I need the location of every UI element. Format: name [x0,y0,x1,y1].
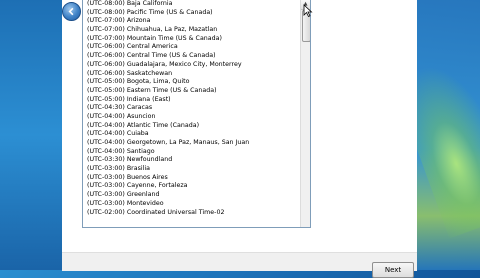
dialog-button-bar: Next [62,252,417,278]
timezone-list-item[interactable]: (UTC-06:00) Central Time (US & Canada) [83,52,300,61]
back-arrow-icon[interactable] [62,2,81,21]
next-button[interactable]: Next [372,262,414,278]
timezone-list-item[interactable]: (UTC-04:00) Asuncion [83,113,300,122]
timezone-list-item[interactable]: (UTC-06:00) Central America [83,43,300,52]
timezone-list-item[interactable]: (UTC-08:00) Baja California [83,0,300,9]
timezone-list-item[interactable]: (UTC-04:00) Atlantic Time (Canada) [83,122,300,131]
mouse-cursor-icon [303,4,313,18]
back-arrow-glyph [68,7,74,16]
timezone-list-item[interactable]: (UTC-03:00) Cayenne, Fortaleza [83,182,300,191]
timezone-list-item[interactable]: (UTC-04:00) Georgetown, La Paz, Manaus, … [83,139,300,148]
timezone-list-item[interactable]: (UTC-05:00) Eastern Time (US & Canada) [83,87,300,96]
timezone-list-item[interactable]: (UTC-03:00) Buenos Aires [83,174,300,183]
timezone-listbox[interactable]: (UTC-08:00) Baja California (UTC-08:00) P… [82,0,311,228]
setup-wizard-dialog: (UTC-08:00) Baja California (UTC-08:00) P… [62,0,417,278]
timezone-list-item[interactable]: (UTC-06:00) Saskatchewan [83,70,300,79]
timezone-list-item[interactable]: (UTC-04:30) Caracas [83,104,300,113]
timezone-list-item[interactable]: (UTC-04:00) Santiago [83,148,300,157]
timezone-list-item[interactable]: (UTC-06:00) Guadalajara, Mexico City, Mo… [83,61,300,70]
timezone-list-item[interactable]: (UTC-05:00) Bogota, Lima, Quito [83,78,300,87]
timezone-list-item[interactable]: (UTC-03:00) Montevideo [83,200,300,209]
timezone-list-item[interactable]: (UTC-02:00) Coordinated Universal Time-0… [83,209,300,218]
desktop-background-left [0,0,62,270]
timezone-list-item[interactable]: (UTC-03:30) Newfoundland [83,156,300,165]
timezone-list-item[interactable]: (UTC-07:00) Mountain Time (US & Canada) [83,35,300,44]
timezone-list-item[interactable]: (UTC-07:00) Chihuahua, La Paz, Mazatlan [83,26,300,35]
timezone-list-item[interactable]: (UTC-07:00) Arizona [83,17,300,26]
timezone-list: (UTC-08:00) Baja California (UTC-08:00) P… [83,0,300,217]
timezone-list-item[interactable]: (UTC-04:00) Cuiaba [83,130,300,139]
timezone-list-item[interactable]: (UTC-03:00) Greenland [83,191,300,200]
timezone-list-item[interactable]: (UTC-05:00) Indiana (East) [83,96,300,105]
listbox-scrollbar[interactable]: ▲ [300,0,310,227]
timezone-list-item[interactable]: (UTC-03:00) Brasilia [83,165,300,174]
timezone-list-item[interactable]: (UTC-08:00) Pacific Time (US & Canada) [83,9,300,18]
